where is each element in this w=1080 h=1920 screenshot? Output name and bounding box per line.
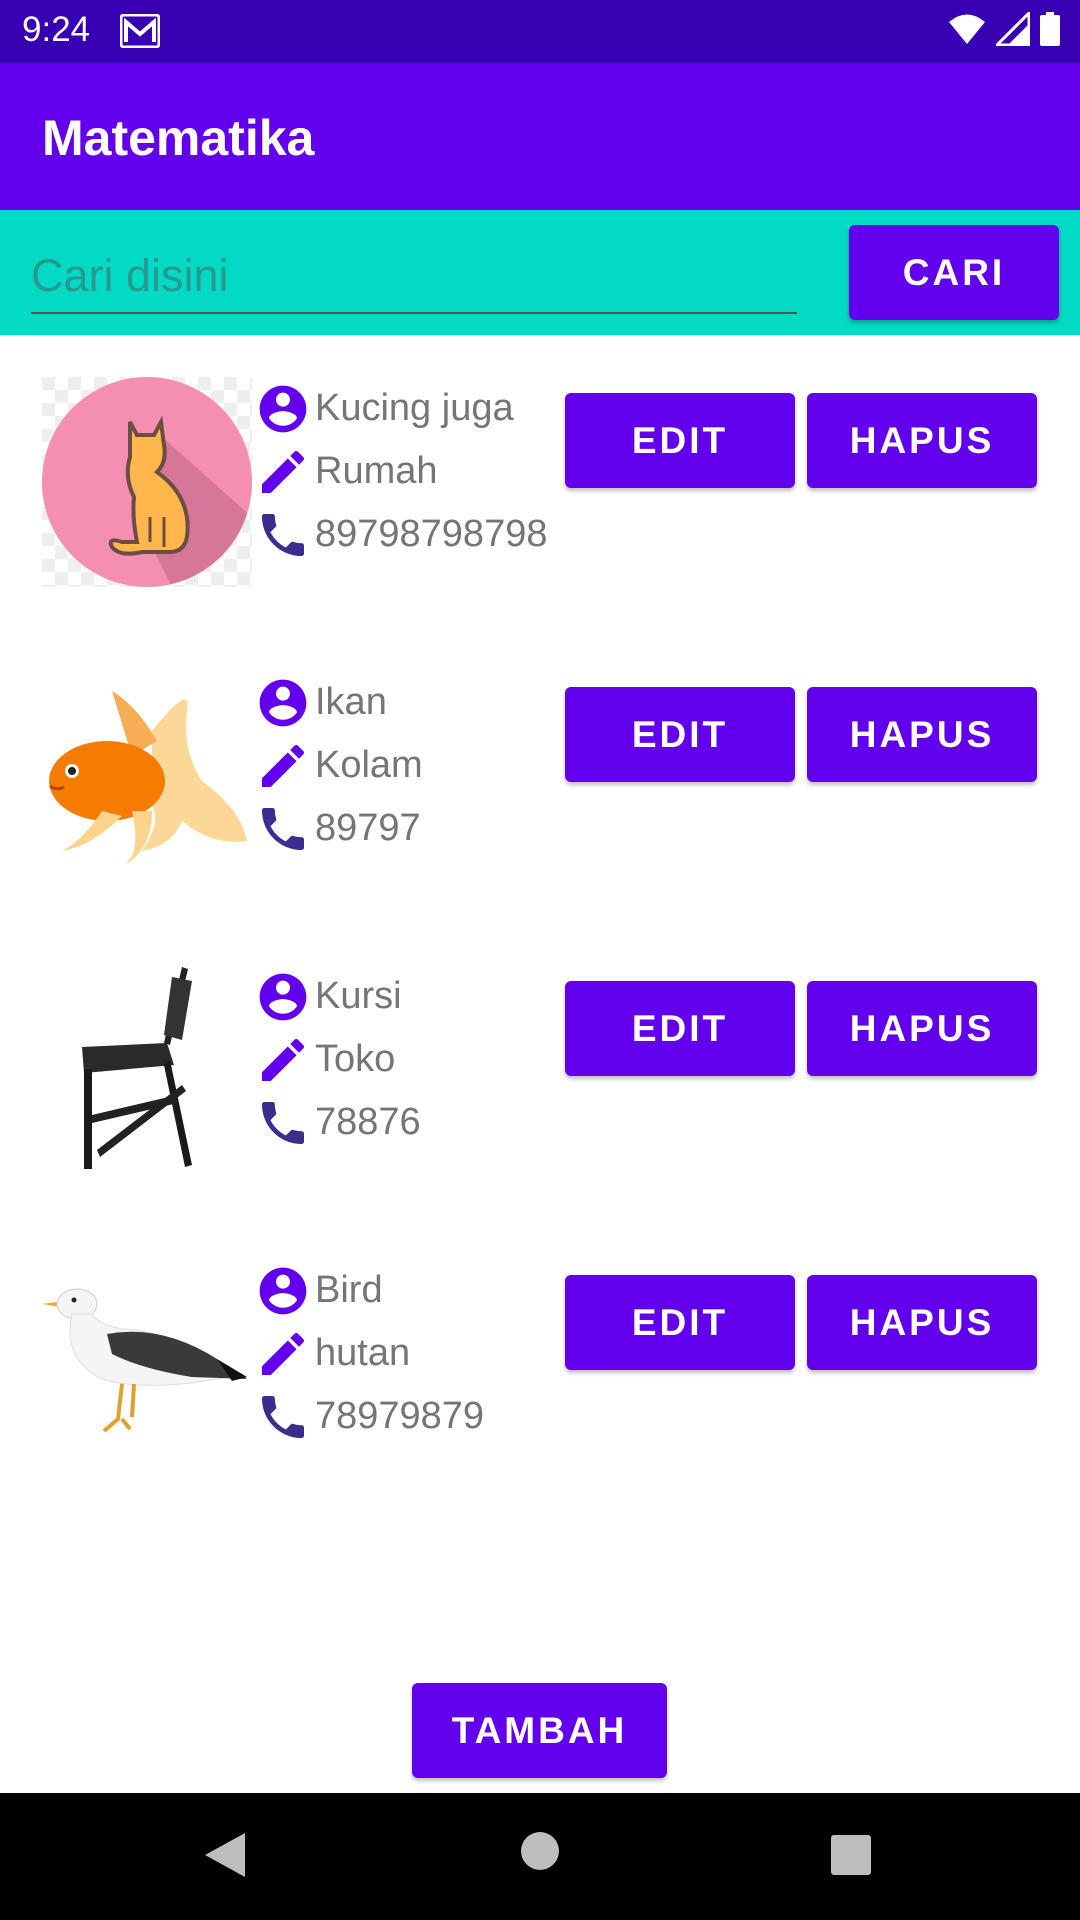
- back-icon[interactable]: [203, 1831, 247, 1879]
- place-line: Toko: [255, 1028, 421, 1091]
- edit-button[interactable]: EDIT: [565, 981, 795, 1076]
- item-name: Kucing juga: [315, 387, 514, 429]
- phone-line: 78876: [255, 1091, 421, 1154]
- account-circle-icon: [259, 973, 307, 1020]
- edit-button[interactable]: EDIT: [565, 687, 795, 782]
- edit-button[interactable]: EDIT: [565, 1275, 795, 1370]
- phone-icon: [262, 1101, 304, 1144]
- name-line: Kucing juga: [255, 377, 547, 440]
- item-info: Kucing juga Rumah 89798798798: [255, 377, 547, 566]
- cat-icon: [42, 377, 252, 587]
- item-phone: 78979879: [315, 1395, 485, 1437]
- item-name: Ikan: [315, 681, 387, 723]
- item-info: Ikan Kolam 89797: [255, 671, 423, 860]
- phone-line: 78979879: [255, 1385, 484, 1448]
- name-line: Bird: [255, 1259, 484, 1322]
- delete-button[interactable]: HAPUS: [807, 1275, 1037, 1370]
- pencil-icon: [262, 744, 305, 787]
- delete-button[interactable]: HAPUS: [807, 393, 1037, 488]
- item-place: Kolam: [315, 744, 423, 786]
- account-circle-icon: [259, 1267, 307, 1314]
- search-input[interactable]: [31, 240, 797, 314]
- add-button[interactable]: TAMBAH: [412, 1683, 667, 1778]
- search-button[interactable]: CARI: [849, 225, 1059, 320]
- item-place: Rumah: [315, 450, 438, 492]
- phone-icon: [262, 1395, 304, 1438]
- account-circle-icon: [259, 679, 307, 726]
- item-info: Kursi Toko 78876: [255, 965, 421, 1154]
- phone-icon: [262, 513, 304, 556]
- gull-photo: [42, 1259, 252, 1469]
- edit-button[interactable]: EDIT: [565, 393, 795, 488]
- home-icon[interactable]: [520, 1831, 560, 1871]
- item-phone: 89798798798: [315, 513, 548, 555]
- list-item: Kucing juga Rumah 89798798798 EDIT HAPUS: [0, 335, 1080, 629]
- navigation-bar: [0, 1793, 1080, 1920]
- item-info: Bird hutan 78979879: [255, 1259, 484, 1448]
- name-line: Ikan: [255, 671, 423, 734]
- pencil-icon: [262, 1038, 305, 1081]
- list-item: Kursi Toko 78876 EDIT HAPUS: [0, 923, 1080, 1217]
- status-icons: [948, 12, 1060, 46]
- wifi-icon: [949, 14, 985, 44]
- account-circle-icon: [259, 385, 307, 432]
- item-phone: 89797: [315, 807, 421, 849]
- signal-icon: [996, 12, 1030, 46]
- item-place: hutan: [315, 1332, 411, 1374]
- phone-line: 89798798798: [255, 503, 547, 566]
- item-place: Toko: [315, 1038, 396, 1080]
- pencil-icon: [262, 450, 305, 493]
- place-line: Kolam: [255, 734, 423, 797]
- phone-icon: [262, 807, 304, 850]
- goldfish-photo: [42, 671, 252, 881]
- chair-photo: [42, 965, 252, 1175]
- item-phone: 78876: [315, 1101, 421, 1143]
- item-name: Kursi: [315, 975, 402, 1017]
- place-line: Rumah: [255, 440, 547, 503]
- place-line: hutan: [255, 1322, 484, 1385]
- battery-icon: [1040, 12, 1060, 46]
- name-line: Kursi: [255, 965, 421, 1028]
- pencil-icon: [262, 1332, 305, 1375]
- list-item: Bird hutan 78979879 EDIT HAPUS: [0, 1217, 1080, 1511]
- list-item: Ikan Kolam 89797 EDIT HAPUS: [0, 629, 1080, 923]
- delete-button[interactable]: HAPUS: [807, 981, 1037, 1076]
- phone-line: 89797: [255, 797, 423, 860]
- delete-button[interactable]: HAPUS: [807, 687, 1037, 782]
- status-time: 9:24: [22, 10, 91, 49]
- item-name: Bird: [315, 1269, 383, 1311]
- search-bar: CARI: [0, 210, 1080, 335]
- status-bar: 9:24: [0, 0, 1080, 63]
- recent-apps-icon[interactable]: [831, 1835, 871, 1875]
- gmail-icon: [119, 13, 161, 53]
- page-title: Matematika: [42, 110, 315, 166]
- app-bar: Matematika: [0, 63, 1080, 210]
